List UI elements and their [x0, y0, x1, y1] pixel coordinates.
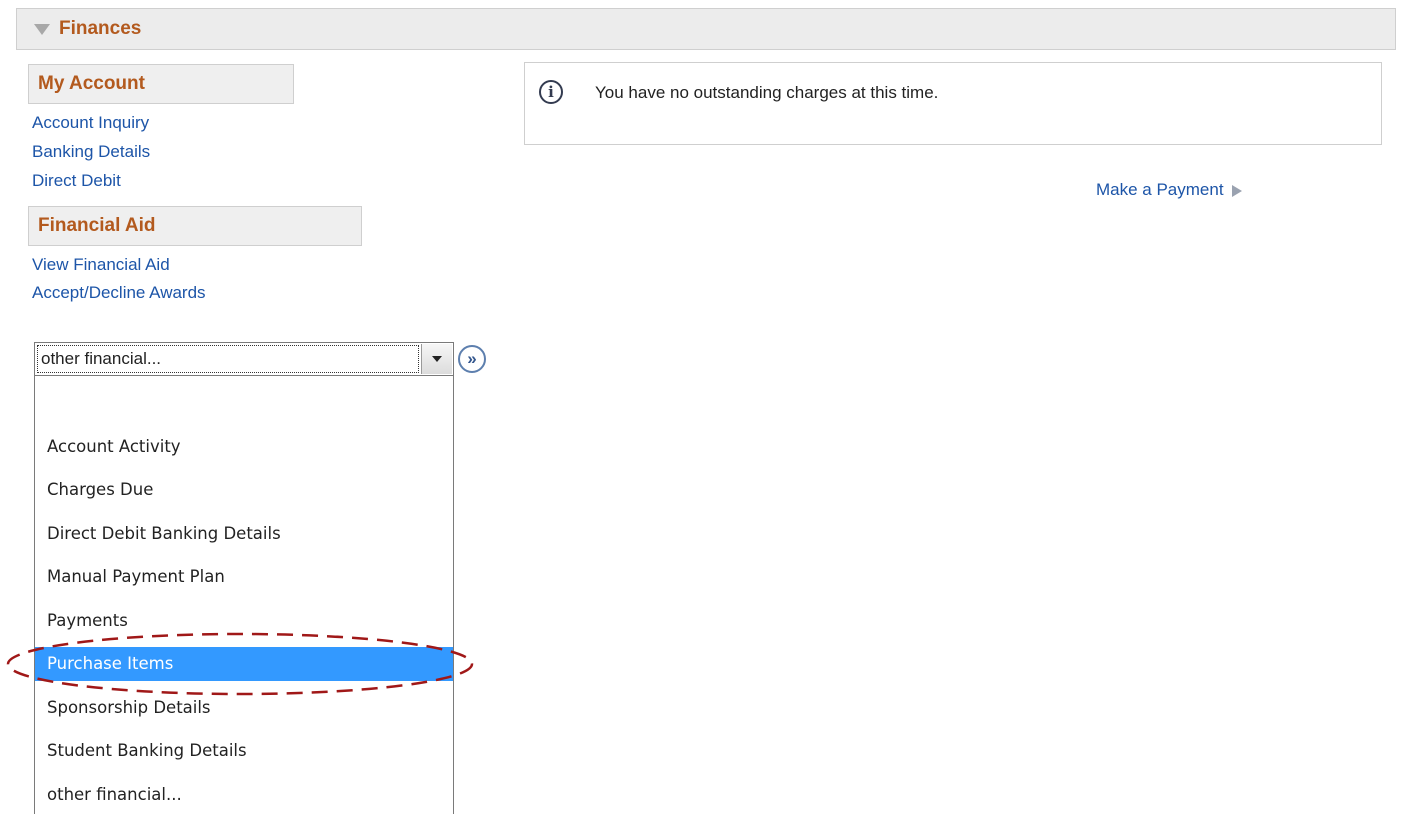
banking-details-link[interactable]: Banking Details [32, 142, 150, 162]
dropdown-option-student-banking-details[interactable]: Student Banking Details [35, 734, 453, 768]
info-message: You have no outstanding charges at this … [595, 83, 939, 102]
view-financial-aid-link[interactable]: View Financial Aid [32, 255, 170, 275]
make-payment-link[interactable]: Make a Payment [1096, 180, 1242, 200]
dropdown-options-list[interactable]: Account Activity Charges Due Direct Debi… [34, 376, 454, 814]
section-title: Finances [59, 18, 142, 39]
account-inquiry-link[interactable]: Account Inquiry [32, 113, 149, 133]
dropdown-option-account-activity[interactable]: Account Activity [35, 430, 453, 464]
select-current-value[interactable]: other financial... [37, 345, 419, 373]
my-account-heading-label: My Account [38, 73, 145, 94]
chevron-down-icon [432, 356, 442, 362]
dropdown-option-payments[interactable]: Payments [35, 604, 453, 638]
make-payment-label: Make a Payment [1096, 180, 1224, 199]
finances-section-header[interactable]: Finances [16, 8, 1396, 50]
dropdown-option-direct-debit-banking-details[interactable]: Direct Debit Banking Details [35, 517, 453, 551]
info-message-box: i You have no outstanding charges at thi… [524, 62, 1382, 145]
financial-aid-heading: Financial Aid [28, 206, 362, 246]
direct-debit-link[interactable]: Direct Debit [32, 171, 121, 191]
go-button[interactable]: » [458, 345, 486, 373]
other-financial-select[interactable]: other financial... [34, 342, 454, 376]
dropdown-option-manual-payment-plan[interactable]: Manual Payment Plan [35, 560, 453, 594]
financial-aid-heading-label: Financial Aid [38, 215, 156, 236]
dropdown-option-charges-due[interactable]: Charges Due [35, 473, 453, 507]
dropdown-arrow-button[interactable] [421, 344, 452, 374]
collapse-triangle-icon[interactable] [34, 23, 50, 35]
dropdown-option-blank[interactable] [35, 386, 453, 420]
info-icon: i [539, 80, 563, 104]
play-arrow-icon [1231, 185, 1242, 197]
my-account-heading: My Account [28, 64, 294, 104]
dropdown-option-purchase-items[interactable]: Purchase Items [35, 647, 453, 681]
finances-page: Finances My Account Account Inquiry Bank… [0, 0, 1403, 814]
accept-decline-awards-link[interactable]: Accept/Decline Awards [32, 283, 206, 303]
dropdown-option-sponsorship-details[interactable]: Sponsorship Details [35, 691, 453, 725]
dropdown-option-other-financial[interactable]: other financial... [35, 778, 453, 812]
